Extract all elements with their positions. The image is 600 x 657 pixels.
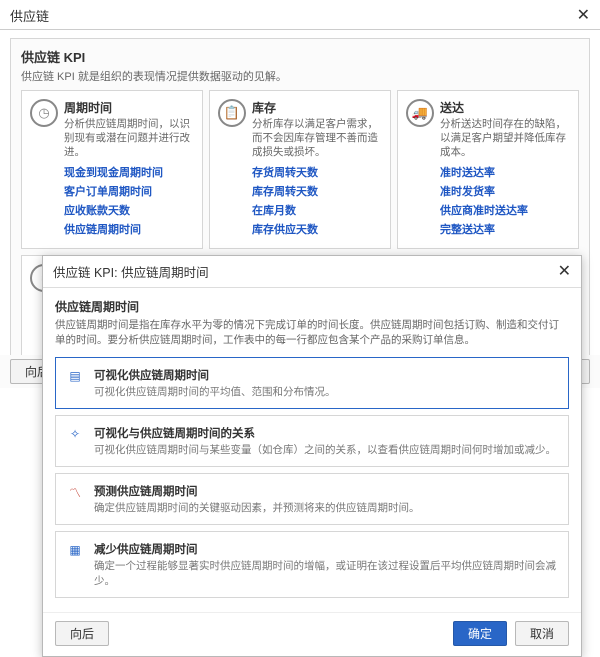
option-visualize-relationship[interactable]: 可视化与供应链周期时间的关系 可视化供应链周期时间与某些变量（如仓库）之间的关系…	[55, 415, 569, 467]
card-title: 送达	[440, 99, 570, 116]
option-predict-cycle[interactable]: 预测供应链周期时间 确定供应链周期时间的关键驱动因素，并预测将来的供应链周期时间…	[55, 473, 569, 525]
link-inv-turn-days-1[interactable]: 存货周转天数	[252, 164, 382, 180]
dashboard-icon	[66, 367, 84, 385]
clipboard-icon	[218, 99, 246, 127]
card-desc: 分析供应链周期时间，以识别现有或潜在问题并进行改进。	[64, 117, 194, 160]
link-inv-supply-days[interactable]: 库存供应天数	[252, 221, 382, 237]
link-supplier-on-time[interactable]: 供应商准时送达率	[440, 202, 570, 218]
close-icon[interactable]: ✕	[558, 264, 571, 280]
panel-subtitle: 供应链 KPI 就是组织的表现情况提供数据驱动的见解。	[21, 68, 579, 84]
option-title: 可视化与供应链周期时间的关系	[94, 425, 558, 441]
scatter-icon	[66, 425, 84, 443]
option-desc: 可视化供应链周期时间的平均值、范围和分布情况。	[94, 384, 558, 399]
link-dso[interactable]: 应收账款天数	[64, 202, 194, 218]
link-supply-chain-cycle[interactable]: 供应链周期时间	[64, 221, 194, 237]
card-desc: 分析送达时间存在的缺陷，以满足客户期望并降低库存成本。	[440, 117, 570, 160]
close-icon[interactable]: ✕	[577, 8, 590, 24]
truck-icon	[406, 99, 434, 127]
option-title: 预测供应链周期时间	[94, 483, 558, 499]
option-desc: 确定一个过程能够显著实时供应链周期时间的增幅，或证明在该过程设置后平均供应链周期…	[94, 558, 558, 588]
dialog-section-title: 供应链周期时间	[55, 298, 569, 315]
card-inventory: 库存 分析库存以满足客户需求，而不会因库存管理不善而造成损失或损坏。 存货周转天…	[209, 90, 391, 249]
option-desc: 可视化供应链周期时间与某些变量（如仓库）之间的关系，以查看供应链周期时间何时增加…	[94, 442, 558, 457]
dialog-ok-button[interactable]: 确定	[453, 621, 507, 646]
page-title: 供应链	[10, 6, 49, 25]
clock-icon	[30, 99, 58, 127]
card-title: 库存	[252, 99, 382, 116]
card-delivery: 送达 分析送达时间存在的缺陷，以满足客户期望并降低库存成本。 准时送达率 准时发…	[397, 90, 579, 249]
link-months-on-hand[interactable]: 在库月数	[252, 202, 382, 218]
card-desc: 分析库存以满足客户需求，而不会因库存管理不善而造成损失或损坏。	[252, 117, 382, 160]
grid-icon	[66, 541, 84, 559]
dialog-back-button[interactable]: 向后	[55, 621, 109, 646]
link-inv-turn-days-2[interactable]: 库存周转天数	[252, 183, 382, 199]
option-desc: 确定供应链周期时间的关键驱动因素，并预测将来的供应链周期时间。	[94, 500, 558, 515]
dialog-cancel-button[interactable]: 取消	[515, 621, 569, 646]
option-reduce-cycle[interactable]: 减少供应链周期时间 确定一个过程能够显著实时供应链周期时间的增幅，或证明在该过程…	[55, 531, 569, 598]
option-visualize-cycle[interactable]: 可视化供应链周期时间 可视化供应链周期时间的平均值、范围和分布情况。	[55, 357, 569, 409]
dialog-title: 供应链 KPI: 供应链周期时间	[53, 262, 209, 281]
dialog-section-desc: 供应链周期时间是指在库存水平为零的情况下完成订单的时间长度。供应链周期时间包括订…	[55, 318, 569, 347]
option-title: 减少供应链周期时间	[94, 541, 558, 557]
trend-icon	[66, 483, 84, 501]
link-cash-to-cash[interactable]: 现金到现金周期时间	[64, 164, 194, 180]
card-title: 周期时间	[64, 99, 194, 116]
option-title: 可视化供应链周期时间	[94, 367, 558, 383]
link-on-time-ship[interactable]: 准时发货率	[440, 183, 570, 199]
link-on-time-delivery[interactable]: 准时送达率	[440, 164, 570, 180]
link-complete-delivery[interactable]: 完整送达率	[440, 221, 570, 237]
cycle-time-dialog: 供应链 KPI: 供应链周期时间 ✕ 供应链周期时间 供应链周期时间是指在库存水…	[42, 255, 582, 657]
card-cycle-time: 周期时间 分析供应链周期时间，以识别现有或潜在问题并进行改进。 现金到现金周期时…	[21, 90, 203, 249]
panel-title: 供应链 KPI	[21, 47, 579, 66]
link-customer-order-cycle[interactable]: 客户订单周期时间	[64, 183, 194, 199]
